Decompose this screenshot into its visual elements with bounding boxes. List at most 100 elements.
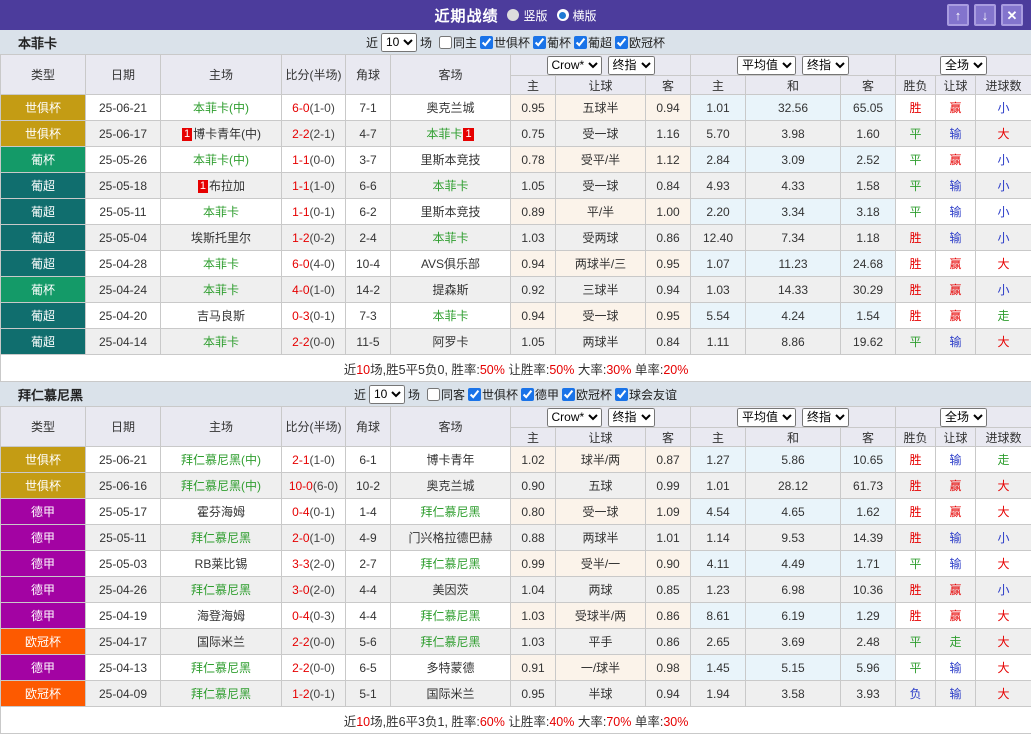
match-date-cell: 25-05-11 [86, 199, 161, 225]
league-filter-checkbox-label[interactable]: 世俱杯 [468, 386, 518, 403]
handicap-odds-cell: 1.01 [646, 525, 691, 551]
odds-source-select[interactable]: 平均值 [737, 408, 796, 427]
handicap-odds-cell: 0.90 [646, 551, 691, 577]
result-cell: 赢 [936, 303, 976, 329]
away-team-cell: 奥克兰城 [391, 95, 511, 121]
result-cell: 大 [976, 629, 1031, 655]
home-team-cell: 本菲卡 [161, 329, 282, 355]
handicap-odds-cell: 0.94 [646, 681, 691, 707]
match-date-cell: 25-05-17 [86, 499, 161, 525]
league-filter-checkbox-label[interactable]: 欧冠杯 [562, 386, 612, 403]
away-team-name: 门兴格拉德巴赫 [408, 531, 492, 545]
result-cell: 大 [976, 681, 1031, 707]
average-odds-cell: 4.49 [746, 551, 841, 577]
corner-count-cell: 4-9 [346, 525, 391, 551]
result-cell: 输 [936, 551, 976, 577]
radio-vertical-layout[interactable]: 竖版 [507, 7, 547, 24]
result-cell: 胜 [896, 251, 936, 277]
column-header: 类型 [1, 55, 86, 95]
summary-text-segment: 让胜率: [505, 363, 549, 377]
fulltime-score: 2-2 [292, 127, 309, 141]
recent-count-select[interactable]: 10 [369, 385, 405, 404]
odds-group-header: 全场 [896, 407, 1031, 428]
home-team-cell: 1布拉加 [161, 173, 282, 199]
recent-count-select[interactable]: 10 [381, 33, 417, 52]
league-filter-checkbox[interactable] [480, 36, 493, 49]
odds-source-select[interactable]: 终指 [802, 56, 849, 75]
result-cell: 赢 [936, 499, 976, 525]
match-date-cell: 25-06-16 [86, 473, 161, 499]
radio-selected-icon [557, 9, 569, 21]
league-filter-checkbox-label[interactable]: 葡超 [574, 34, 612, 51]
match-row: 葡超25-05-181布拉加1-1(1-0)6-6本菲卡1.05受一球0.844… [1, 173, 1031, 199]
same-venue-checkbox-label[interactable]: 同客 [427, 386, 465, 403]
odds-source-select[interactable]: 终指 [608, 408, 655, 427]
odds-source-select[interactable]: 终指 [608, 56, 655, 75]
checkbox-label-text: 同客 [441, 386, 465, 403]
radio-vertical-label: 竖版 [523, 7, 547, 24]
radio-horizontal-layout[interactable]: 横版 [557, 7, 597, 24]
summary-text-segment: 10 [356, 363, 370, 377]
corner-count-cell: 5-1 [346, 681, 391, 707]
column-header: 日期 [86, 55, 161, 95]
fulltime-score: 6-0 [292, 257, 309, 271]
average-odds-cell: 1.54 [841, 303, 896, 329]
league-filter-checkbox-label[interactable]: 欧冠杯 [615, 34, 665, 51]
result-cell: 输 [936, 225, 976, 251]
handicap-odds-cell: 两球半/三 [556, 251, 646, 277]
home-team-cell: 本菲卡(中) [161, 95, 282, 121]
league-filter-checkbox[interactable] [533, 36, 546, 49]
section-team-name: 本菲卡 [18, 33, 57, 52]
result-cell: 平 [896, 551, 936, 577]
same-venue-checkbox[interactable] [427, 388, 440, 401]
column-header: 日期 [86, 407, 161, 447]
match-row: 德甲25-04-26拜仁慕尼黑3-0(2-0)4-4美因茨1.04两球0.851… [1, 577, 1031, 603]
score-cell: 6-0(1-0) [282, 95, 346, 121]
average-odds-cell: 1.27 [691, 447, 746, 473]
close-button[interactable]: ✕ [1001, 4, 1023, 26]
red-card-badge: 1 [198, 180, 208, 193]
halftime-score: (0-1) [310, 309, 335, 323]
league-filter-checkbox-label[interactable]: 球会友谊 [615, 386, 677, 403]
league-filter-checkbox[interactable] [615, 388, 628, 401]
match-date-cell: 25-05-04 [86, 225, 161, 251]
league-filter-checkbox-label[interactable]: 世俱杯 [480, 34, 530, 51]
away-team-name: 美因茨 [432, 583, 468, 597]
league-filter-checkbox-label[interactable]: 葡杯 [533, 34, 571, 51]
odds-source-select[interactable]: 全场 [940, 56, 987, 75]
move-down-button[interactable]: ↓ [974, 4, 996, 26]
result-cell: 赢 [936, 577, 976, 603]
close-icon: ✕ [1007, 9, 1018, 22]
result-cell: 胜 [896, 277, 936, 303]
summary-text-segment: 近 [344, 363, 357, 377]
handicap-odds-cell: 1.05 [511, 329, 556, 355]
league-filter-checkbox[interactable] [521, 388, 534, 401]
handicap-odds-cell: 0.95 [646, 251, 691, 277]
odds-source-select[interactable]: Crow* [547, 408, 602, 427]
result-cell: 大 [976, 251, 1031, 277]
league-filter-checkbox-label[interactable]: 德甲 [521, 386, 559, 403]
league-filter-checkbox[interactable] [468, 388, 481, 401]
league-filter-checkbox[interactable] [574, 36, 587, 49]
summary-text-segment: 30% [606, 363, 631, 377]
match-row: 欧冠杯25-04-17国际米兰2-2(0-0)5-6拜仁慕尼黑1.03平手0.8… [1, 629, 1031, 655]
corner-count-cell: 6-2 [346, 199, 391, 225]
league-type-cell: 德甲 [1, 603, 86, 629]
away-team-name: 拜仁慕尼黑 [420, 609, 480, 623]
same-venue-checkbox[interactable] [439, 36, 452, 49]
result-cell: 胜 [896, 499, 936, 525]
odds-source-select[interactable]: 全场 [940, 408, 987, 427]
average-odds-cell: 1.11 [691, 329, 746, 355]
home-team-name: 本菲卡 [203, 205, 239, 219]
result-cell: 大 [976, 499, 1031, 525]
odds-source-select[interactable]: 平均值 [737, 56, 796, 75]
away-team-cell: 本菲卡 [391, 173, 511, 199]
league-filter-checkbox[interactable] [562, 388, 575, 401]
same-venue-checkbox-label[interactable]: 同主 [439, 34, 477, 51]
league-filter-checkbox[interactable] [615, 36, 628, 49]
halftime-score: (0-0) [310, 635, 335, 649]
odds-source-select[interactable]: 终指 [802, 408, 849, 427]
odds-source-select[interactable]: Crow* [547, 56, 602, 75]
result-cell: 大 [976, 551, 1031, 577]
move-up-button[interactable]: ↑ [947, 4, 969, 26]
